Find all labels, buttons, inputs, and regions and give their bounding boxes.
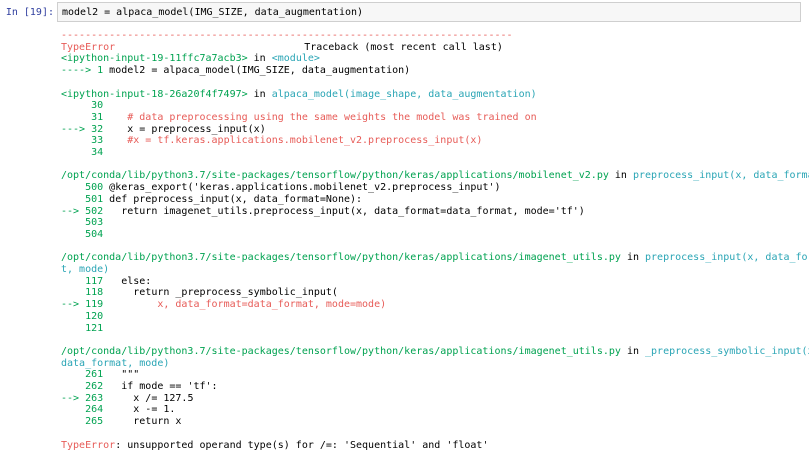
frame4-func: preprocess_input(x, data_forma (645, 252, 809, 264)
code-line: 503 (61, 217, 104, 229)
code-line-current: --> 119 x, data_format=data_format, mode… (61, 299, 387, 311)
code-line: 501 def preprocess_input(x, data_format=… (61, 193, 363, 205)
final-error-type: TypeError (61, 439, 116, 451)
frame2-header: <ipython-input-18-26a20f4f7497> in alpac… (61, 88, 537, 100)
code-line: 504 (61, 228, 104, 240)
code-line: 500 @keras_export('keras.applications.mo… (61, 182, 501, 194)
frame4-file: /opt/conda/lib/python3.7/site-packages/t… (61, 252, 621, 264)
final-error-message: : unsupported operand type(s) for /=: 'S… (115, 439, 489, 451)
code-line-current: --> 263 x /= 127.5 (61, 392, 194, 404)
code-line: 30 (61, 100, 104, 112)
code-line-current: ---> 32 x = preprocess_input(x) (61, 123, 266, 135)
code-line: 118 return _preprocess_symbolic_input( (61, 287, 338, 299)
code-line: 265 return x (61, 416, 182, 428)
code-line: 261 """ (61, 369, 140, 381)
frame1-file: <ipython-input-19-11ffc7a7acb3> (61, 53, 248, 65)
frame5-func: _preprocess_symbolic_input(x, (645, 345, 809, 357)
frame1-header: <ipython-input-19-11ffc7a7acb3> in <modu… (61, 53, 320, 65)
code-line-current: --> 502 return imagenet_utils.preprocess… (61, 205, 585, 217)
frame3-func: preprocess_input(x, data_format) (632, 170, 809, 182)
frame5-file: /opt/conda/lib/python3.7/site-packages/t… (61, 345, 621, 357)
code-text[interactable]: model2 = alpaca_model(IMG_SIZE, data_aug… (62, 7, 363, 18)
code-input-cell[interactable]: model2 = alpaca_model(IMG_SIZE, data_aug… (57, 2, 801, 22)
error-type: TypeError (61, 41, 116, 53)
traceback-header: TypeError Traceback (most recent call las… (61, 42, 801, 54)
traceback-separator: ----------------------------------------… (61, 30, 513, 41)
code-line: 34 (61, 147, 104, 159)
traceback-title: Traceback (most recent call last) (304, 41, 503, 53)
frame4-func-cont: t, mode) (61, 264, 110, 276)
frame1-func: <module> (271, 53, 320, 65)
code-line: 121 (61, 322, 104, 334)
frame1-arrow-line: ----> 1 model2 = alpaca_model(IMG_SIZE, … (61, 65, 411, 77)
code-line: 117 else: (61, 275, 152, 287)
frame5-header: /opt/conda/lib/python3.7/site-packages/t… (61, 345, 809, 358)
code-line: 264 x -= 1. (61, 404, 176, 416)
code-line: 262 if mode == 'tf': (61, 381, 218, 393)
cell-prompt: In [19]: (5, 7, 54, 18)
frame5-func-cont: data_format, mode) (61, 357, 170, 369)
code-line: 33 #x = tf.keras.applications.mobilenet_… (61, 135, 483, 147)
code-line: 120 (61, 310, 104, 322)
code-line: 31 # data preprocessing using the same w… (61, 111, 537, 123)
frame2-file: <ipython-input-18-26a20f4f7497> (61, 88, 248, 100)
frame3-file: /opt/conda/lib/python3.7/site-packages/t… (61, 170, 609, 182)
frame2-func: alpaca_model(image_shape, data_augmentat… (271, 88, 537, 100)
traceback-output: ----------------------------------------… (61, 30, 809, 452)
frame3-header: /opt/conda/lib/python3.7/site-packages/t… (61, 170, 809, 182)
frame4-header: /opt/conda/lib/python3.7/site-packages/t… (61, 252, 809, 264)
final-error: TypeError: unsupported operand type(s) f… (61, 440, 801, 452)
